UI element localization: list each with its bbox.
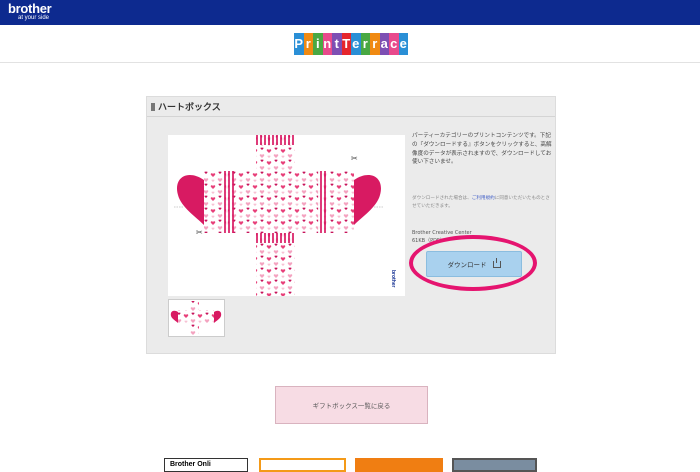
highlight-circle	[409, 235, 537, 291]
logo-letter: n	[322, 33, 332, 55]
logo-letter: r	[360, 33, 370, 55]
footer-banner-4[interactable]	[452, 458, 537, 472]
svg-text:✂: ✂	[351, 154, 358, 163]
logo-letter: e	[398, 33, 408, 55]
terms-link[interactable]: ご利用規約	[472, 196, 495, 201]
footer-banner-3[interactable]	[355, 458, 443, 472]
panel-header: ハートボックス	[147, 97, 555, 117]
note-text-before: ダウンロードされた場合は、	[412, 196, 472, 201]
brand-name: brother	[8, 1, 52, 16]
brother-logo[interactable]: brother at your side	[8, 1, 52, 22]
logo-letter: e	[351, 33, 361, 55]
brand-tagline: at your side	[18, 15, 50, 21]
terms-note: ダウンロードされた場合は、ご利用規約に同意いただいたものとさせていただきます。	[412, 195, 552, 210]
footer-banner-brother-online[interactable]: Brother Onli	[164, 458, 248, 472]
description: パーティーカテゴリーのプリントコンテンツです。下記の『ダウンロードする』ボタンを…	[412, 133, 552, 166]
preview-thumbnail[interactable]	[168, 299, 225, 337]
svg-text:✂: ✂	[196, 228, 203, 237]
back-to-list-button[interactable]: ギフトボックス一覧に戻る	[275, 386, 428, 424]
content-panel: ハートボックス ✂ ✂ brother パーティーカテゴリーのプリントコンテンツ…	[146, 96, 556, 354]
logo-letter: i	[313, 33, 323, 55]
logo-letter: t	[332, 33, 342, 55]
top-bar: brother at your side	[0, 0, 700, 25]
title-marker-icon	[151, 103, 155, 111]
logo-letter: a	[379, 33, 389, 55]
logo-letter: r	[370, 33, 380, 55]
logo-letter: r	[303, 33, 313, 55]
logo-letter: P	[294, 33, 304, 55]
template-brand-label: brother	[390, 270, 396, 288]
thumbnail-graphic	[170, 301, 222, 335]
logo-letter: c	[389, 33, 399, 55]
footer-banner-2[interactable]	[259, 458, 346, 472]
site-header: PrintTerrace	[0, 25, 700, 63]
heart-box-template-graphic: ✂ ✂ brother	[174, 135, 396, 296]
print-terrace-logo[interactable]: PrintTerrace	[294, 33, 408, 55]
logo-letter: T	[341, 33, 351, 55]
page-title: ハートボックス	[158, 103, 221, 113]
preview-image: ✂ ✂ brother	[168, 135, 405, 296]
